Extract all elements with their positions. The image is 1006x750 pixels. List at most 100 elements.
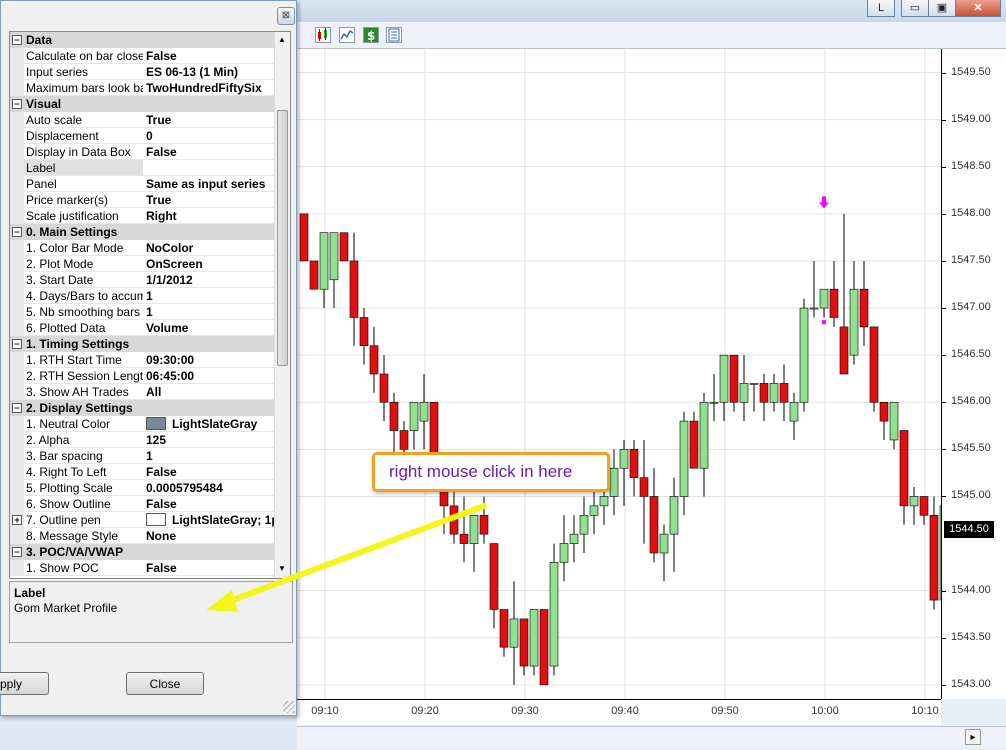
properties-icon[interactable] <box>386 27 402 43</box>
property-row[interactable]: Panel Same as input series <box>10 176 277 192</box>
collapse-icon[interactable]: − <box>12 99 22 109</box>
property-value[interactable]: 1 <box>143 448 277 464</box>
property-row[interactable]: 2. RTH Session Length 06:45:00 <box>10 368 277 384</box>
property-row[interactable]: 3. Start Date 1/1/2012 <box>10 272 277 288</box>
property-value[interactable]: Right <box>143 208 277 224</box>
property-value[interactable]: 1/1/2012 <box>143 272 277 288</box>
property-grid-scrollbar[interactable]: ▲ ▼ <box>274 32 290 578</box>
property-row[interactable]: 1. Color Bar Mode NoColor <box>10 240 277 256</box>
property-value[interactable]: False <box>143 144 277 160</box>
collapse-icon[interactable]: − <box>12 339 22 349</box>
property-row[interactable]: Price marker(s) True <box>10 192 277 208</box>
property-value[interactable]: False <box>143 48 277 64</box>
dialog-close-button[interactable]: ⊠ <box>277 7 295 25</box>
property-row[interactable]: 4. Right To Left False <box>10 464 277 480</box>
property-value[interactable]: OnScreen <box>143 256 277 272</box>
time-axis[interactable]: 09:10 09:20 09:30 09:40 09:50 10:00 10:10 <box>297 699 941 725</box>
up-candle <box>619 449 629 469</box>
property-row[interactable]: 4. Days/Bars to accumu 1 <box>10 288 277 304</box>
property-row[interactable]: 2. Alpha 125 <box>10 432 277 448</box>
collapse-icon[interactable]: − <box>12 35 22 45</box>
property-row[interactable]: 1. RTH Start Time 09:30:00 <box>10 352 277 368</box>
collapse-icon[interactable]: − <box>12 403 22 413</box>
property-value[interactable] <box>143 160 277 176</box>
property-row[interactable]: Display in Data Box False <box>10 144 277 160</box>
link-button[interactable]: L <box>867 0 895 17</box>
property-value[interactable]: False <box>143 496 277 512</box>
chart-plot-area[interactable] <box>297 49 941 699</box>
property-row[interactable]: 1. Show POC False <box>10 560 277 576</box>
down-candle <box>929 515 939 601</box>
property-value[interactable]: None <box>143 528 277 544</box>
window-close-button[interactable]: ✕ <box>955 0 1001 17</box>
property-grid[interactable]: − Data Calculate on bar close False Input se… <box>9 31 291 579</box>
property-value[interactable]: Volume <box>143 320 277 336</box>
property-value[interactable]: NoColor <box>143 240 277 256</box>
category-row[interactable]: −1. Timing Settings <box>10 336 274 352</box>
property-value-text: Same as input series <box>146 177 266 191</box>
category-row[interactable]: − Data <box>10 32 274 48</box>
property-row[interactable]: 3. Show AH Trades All <box>10 384 277 400</box>
property-value[interactable]: 0 <box>143 128 277 144</box>
property-row[interactable]: +7. Outline pen LightSlateGray; 1p <box>10 512 277 528</box>
scroll-up-arrow-icon[interactable]: ▲ <box>278 35 286 44</box>
property-value[interactable]: 0.0005795484 <box>143 480 277 496</box>
property-row[interactable]: 5. Plotting Scale 0.0005795484 <box>10 480 277 496</box>
scroll-down-arrow-icon[interactable]: ▼ <box>278 564 286 573</box>
close-button[interactable]: Close <box>126 672 204 695</box>
scrollbar-thumb[interactable] <box>277 110 288 366</box>
category-row[interactable]: −0. Main Settings <box>10 224 274 240</box>
apply-button[interactable]: pply <box>0 672 49 695</box>
expand-icon[interactable]: + <box>12 515 22 525</box>
horizontal-scrollbar[interactable]: ▸ <box>297 726 1006 747</box>
candlestick-chart <box>297 49 941 699</box>
maximize-button[interactable]: ▣ <box>928 0 956 17</box>
bar-type-icon[interactable] <box>315 27 331 43</box>
property-value[interactable]: All <box>143 384 277 400</box>
up-candle <box>609 467 619 497</box>
property-row[interactable]: Displacement 0 <box>10 128 277 144</box>
collapse-icon[interactable]: − <box>12 547 22 557</box>
resize-grip-icon[interactable] <box>283 701 295 713</box>
property-value[interactable]: 09:30:00 <box>143 352 277 368</box>
property-value[interactable]: Same as input series <box>143 176 277 192</box>
property-row[interactable]: 8. Message Style None <box>10 528 277 544</box>
property-value[interactable]: 125 <box>143 432 277 448</box>
property-row[interactable]: Maximum bars look bac TwoHundredFiftySix <box>10 80 277 96</box>
scroll-right-button[interactable]: ▸ <box>965 729 981 745</box>
property-value[interactable]: TwoHundredFiftySix <box>143 80 277 96</box>
indicator-icon[interactable] <box>339 27 355 43</box>
property-row[interactable]: Input series ES 06-13 (1 Min) <box>10 64 277 80</box>
property-value[interactable]: ES 06-13 (1 Min) <box>143 64 277 80</box>
property-row[interactable]: Auto scale True <box>10 112 277 128</box>
price-tick-label: 1548.50 <box>951 159 991 172</box>
property-value[interactable]: LightSlateGray; 1p <box>143 512 277 528</box>
category-row[interactable]: −3. POC/VA/VWAP <box>10 544 274 560</box>
property-value[interactable]: 1 <box>143 288 277 304</box>
property-name: 8. Message Style <box>24 528 145 544</box>
property-value[interactable]: 06:45:00 <box>143 368 277 384</box>
property-value[interactable]: False <box>143 560 277 576</box>
property-row[interactable]: 2. Plot Mode OnScreen <box>10 256 277 272</box>
property-row[interactable]: Label <box>10 160 277 176</box>
property-value[interactable]: LightSlateGray <box>143 416 277 432</box>
time-tick-label: 09:10 <box>311 705 339 717</box>
minimize-button[interactable]: ▭ <box>901 0 929 17</box>
property-value-text: False <box>146 497 177 511</box>
price-axis[interactable]: 1549.50 1549.00 1548.50 1548.00 1547.50 1547.… <box>941 49 1006 699</box>
property-row[interactable]: 6. Show Outline False <box>10 496 277 512</box>
property-row[interactable]: Scale justification Right <box>10 208 277 224</box>
category-row[interactable]: −2. Display Settings <box>10 400 274 416</box>
property-value[interactable]: True <box>143 192 277 208</box>
property-value[interactable]: True <box>143 112 277 128</box>
strategy-icon[interactable]: $ <box>363 27 379 43</box>
category-row[interactable]: − Visual <box>10 96 274 112</box>
collapse-icon[interactable]: − <box>12 227 22 237</box>
property-row[interactable]: 6. Plotted Data Volume <box>10 320 277 336</box>
property-row[interactable]: Calculate on bar close False <box>10 48 277 64</box>
property-row[interactable]: 5. Nb smoothing bars 1 <box>10 304 277 320</box>
property-row[interactable]: 1. Neutral Color LightSlateGray <box>10 416 277 432</box>
property-value[interactable]: False <box>143 464 277 480</box>
property-value[interactable]: 1 <box>143 304 277 320</box>
property-row[interactable]: 3. Bar spacing 1 <box>10 448 277 464</box>
